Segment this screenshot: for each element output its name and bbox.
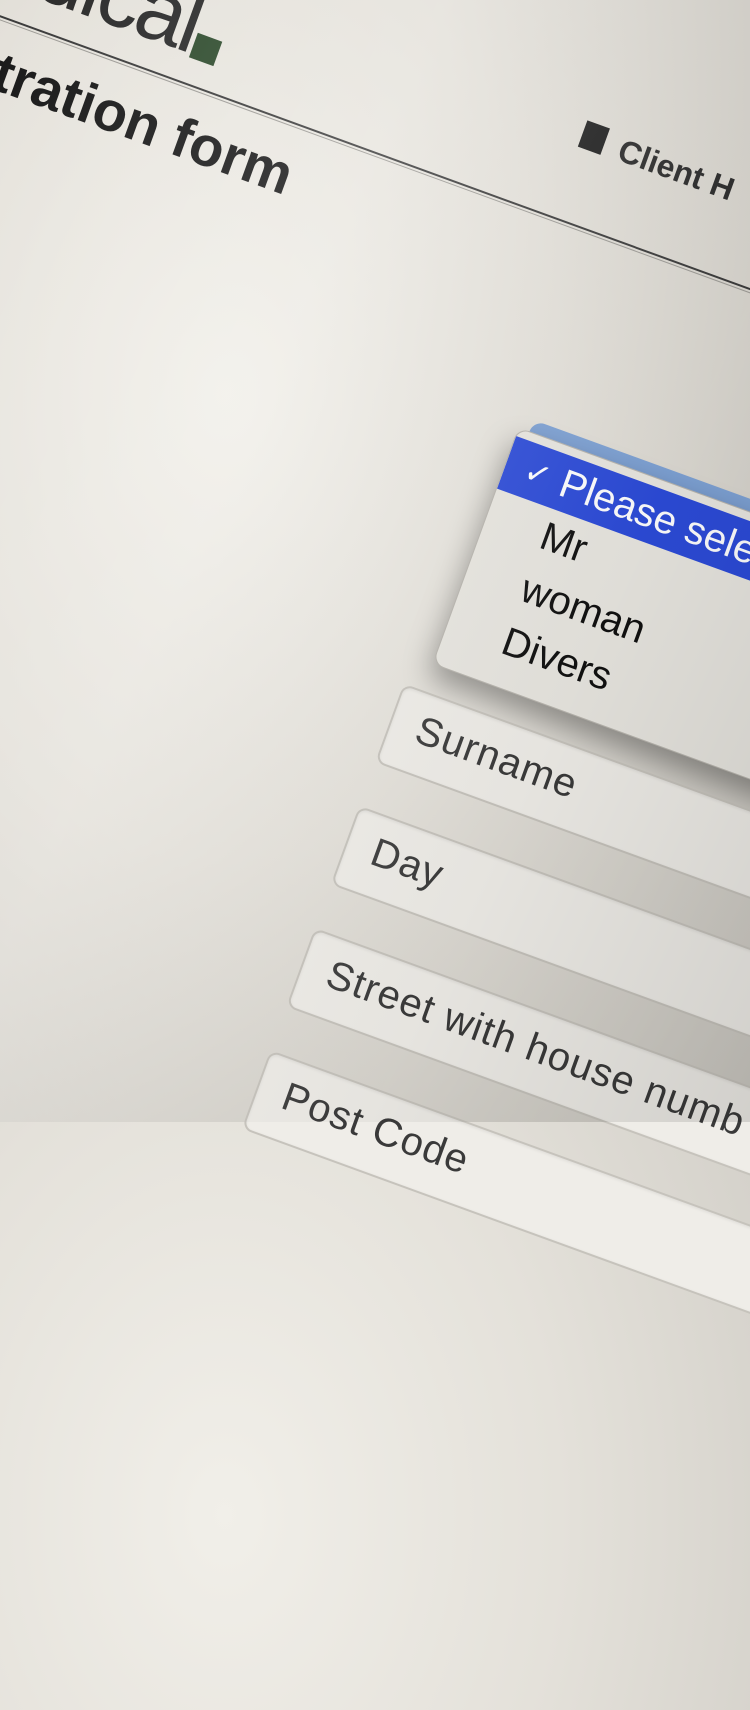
option-label: Mr [534, 514, 594, 572]
checkmark-icon: ✓ [519, 452, 557, 496]
header-divider [0, 10, 750, 390]
surname-placeholder: Surname [409, 708, 584, 808]
day-placeholder: Day [365, 830, 450, 897]
post-code-placeholder: Post Code [276, 1074, 476, 1183]
registration-page: edical Client H istration form on mber ✓… [0, 0, 750, 1656]
client-icon [577, 120, 610, 155]
header-divider-shadow [0, 14, 750, 392]
client-link[interactable]: Client H [613, 132, 739, 208]
